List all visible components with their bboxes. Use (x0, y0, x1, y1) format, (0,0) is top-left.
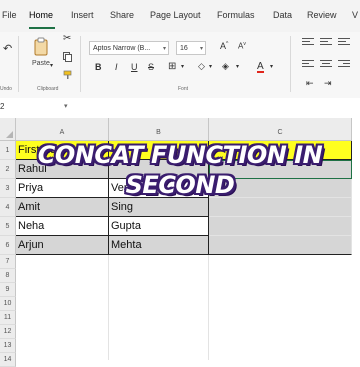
video-title-overlay: CONCAT FUNCTION IN SECOND (0, 140, 360, 200)
ribbon-tabs: File Home Insert Share Page Layout Formu… (0, 0, 360, 33)
font-size-select[interactable]: 16 ▾ (176, 41, 206, 55)
tab-home[interactable]: Home (29, 10, 53, 20)
cell-b4[interactable]: Sing (109, 198, 209, 217)
chevron-down-icon[interactable]: ▾ (64, 102, 68, 110)
name-box[interactable]: 2 (0, 102, 4, 111)
row-header[interactable]: 13 (0, 339, 16, 353)
ribbon-separator (18, 36, 19, 92)
cell-c4[interactable] (209, 198, 352, 217)
ribbon-separator (290, 36, 291, 92)
chevron-down-icon[interactable]: ▾ (50, 62, 53, 69)
overlay-title-line: CONCAT FUNCTION IN (37, 141, 323, 169)
tab-review[interactable]: Review (307, 10, 337, 20)
decrease-font-size-icon[interactable]: Av (238, 41, 246, 51)
tab-file[interactable]: File (2, 10, 17, 20)
undo-group-label: Undo (0, 86, 12, 92)
ribbon-separator (80, 36, 81, 92)
fill-color-icon[interactable]: ◇ (198, 61, 205, 72)
row-header[interactable]: 12 (0, 325, 16, 339)
font-color-icon[interactable]: A (257, 61, 264, 73)
chevron-down-icon[interactable]: ▾ (209, 63, 212, 70)
cell-a5[interactable]: Neha (16, 217, 109, 236)
font-size-value: 16 (180, 45, 188, 52)
undo-icon[interactable]: ↶ (3, 42, 12, 55)
row-header[interactable]: 4 (0, 198, 16, 217)
bold-button[interactable]: B (95, 62, 102, 72)
row-header[interactable]: 5 (0, 217, 16, 236)
italic-button[interactable]: I (115, 62, 118, 72)
tab-view[interactable]: V (352, 10, 358, 20)
underline-button[interactable]: U (131, 62, 138, 72)
chevron-down-icon: ▾ (162, 46, 166, 52)
increase-indent-icon[interactable]: ⇥ (324, 78, 332, 89)
tab-data[interactable]: Data (273, 10, 292, 20)
align-middle-icon[interactable] (320, 36, 332, 48)
row-header[interactable]: 9 (0, 283, 16, 297)
column-header-c[interactable]: C (209, 118, 352, 141)
font-name-select[interactable]: Aptos Narrow (B... ▾ (89, 41, 169, 55)
borders-icon[interactable]: ⊞ (168, 61, 176, 72)
decrease-indent-icon[interactable]: ⇤ (306, 78, 314, 89)
cell-c5[interactable] (209, 217, 352, 236)
cell-a4[interactable]: Amit (16, 198, 109, 217)
gridline (108, 255, 109, 360)
row-header[interactable]: 7 (0, 255, 16, 269)
chevron-down-icon[interactable]: ▾ (270, 63, 273, 70)
font-group-label: Font (178, 86, 189, 92)
paste-label[interactable]: Paste (32, 60, 50, 67)
cell-b6[interactable]: Mehta (109, 236, 209, 255)
tab-share[interactable]: Share (110, 10, 134, 20)
row-header[interactable]: 11 (0, 311, 16, 325)
increase-font-size-icon[interactable]: A^ (220, 41, 228, 51)
paste-icon[interactable] (33, 37, 49, 57)
tab-insert[interactable]: Insert (71, 10, 94, 20)
font-name-value: Aptos Narrow (B... (93, 45, 151, 52)
cell-a6[interactable]: Arjun (16, 236, 109, 255)
chevron-down-icon[interactable]: ▾ (181, 63, 184, 70)
gridline (208, 255, 209, 360)
row-header[interactable]: 14 (0, 353, 16, 367)
name-box-bar: 2 ▾ (0, 98, 360, 119)
column-header-b[interactable]: B (109, 118, 209, 141)
align-left-icon[interactable] (302, 58, 314, 70)
align-top-icon[interactable] (302, 36, 314, 48)
align-bottom-icon[interactable] (338, 36, 350, 48)
strikethrough-button[interactable]: S (148, 62, 154, 72)
fill-color-icon[interactable]: ◈ (222, 61, 229, 72)
overlay-title-line: SECOND (125, 171, 235, 199)
row-header[interactable]: 10 (0, 297, 16, 311)
chevron-down-icon[interactable]: ▾ (236, 63, 239, 70)
align-center-icon[interactable] (320, 58, 332, 70)
cell-c6[interactable] (209, 236, 352, 255)
align-right-icon[interactable] (338, 58, 350, 70)
row-header[interactable]: 6 (0, 236, 16, 255)
chevron-down-icon: ▾ (199, 46, 203, 52)
tab-formulas[interactable]: Formulas (217, 10, 255, 20)
active-tab-indicator (29, 27, 55, 29)
clipboard-group-label: Clipboard (37, 86, 59, 92)
ribbon: ↶ Undo Paste ▾ ✂ Clipboard Aptos Narrow … (0, 32, 360, 99)
row-header[interactable]: 8 (0, 269, 16, 283)
select-all-corner[interactable] (0, 118, 16, 141)
cell-b5[interactable]: Gupta (109, 217, 209, 236)
format-painter-icon[interactable] (63, 70, 72, 80)
cut-icon[interactable]: ✂ (63, 33, 71, 44)
column-header-a[interactable]: A (16, 118, 109, 141)
copy-icon[interactable] (63, 52, 72, 62)
tab-page-layout[interactable]: Page Layout (150, 10, 201, 20)
